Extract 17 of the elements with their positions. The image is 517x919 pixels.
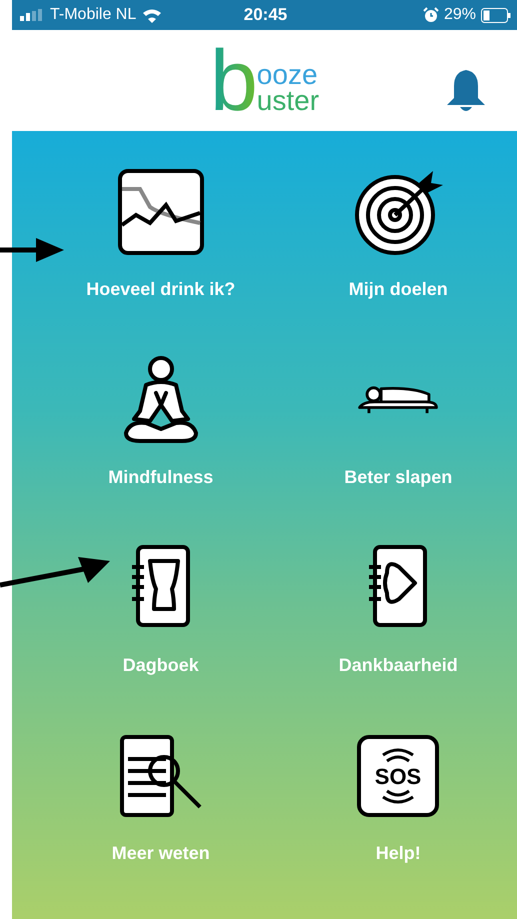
annotation-arrow	[0, 236, 66, 264]
menu-tile[interactable]: Dankbaarheid	[280, 543, 517, 676]
menu-tile[interactable]: Beter slapen	[280, 355, 517, 488]
menu-tile[interactable]: Hoeveel drink ik?	[42, 167, 280, 300]
battery-percentage: 29%	[444, 6, 476, 24]
menu-tile[interactable]: Dagboek	[42, 543, 280, 676]
battery-icon	[481, 8, 512, 23]
alarm-clock-icon	[422, 7, 439, 24]
line-chart-icon	[116, 167, 206, 257]
menu-tile[interactable]: Mindfulness	[42, 355, 280, 488]
menu-tile[interactable]: SOS Help!	[280, 731, 517, 864]
status-time: 20:45	[244, 5, 288, 26]
wifi-icon	[142, 8, 162, 23]
carrier-name: T-Mobile NL	[50, 6, 136, 24]
signal-icon	[20, 9, 44, 22]
menu-tile[interactable]: Meer weten	[42, 731, 280, 864]
menu-tile[interactable]: Mijn doelen	[280, 167, 517, 300]
